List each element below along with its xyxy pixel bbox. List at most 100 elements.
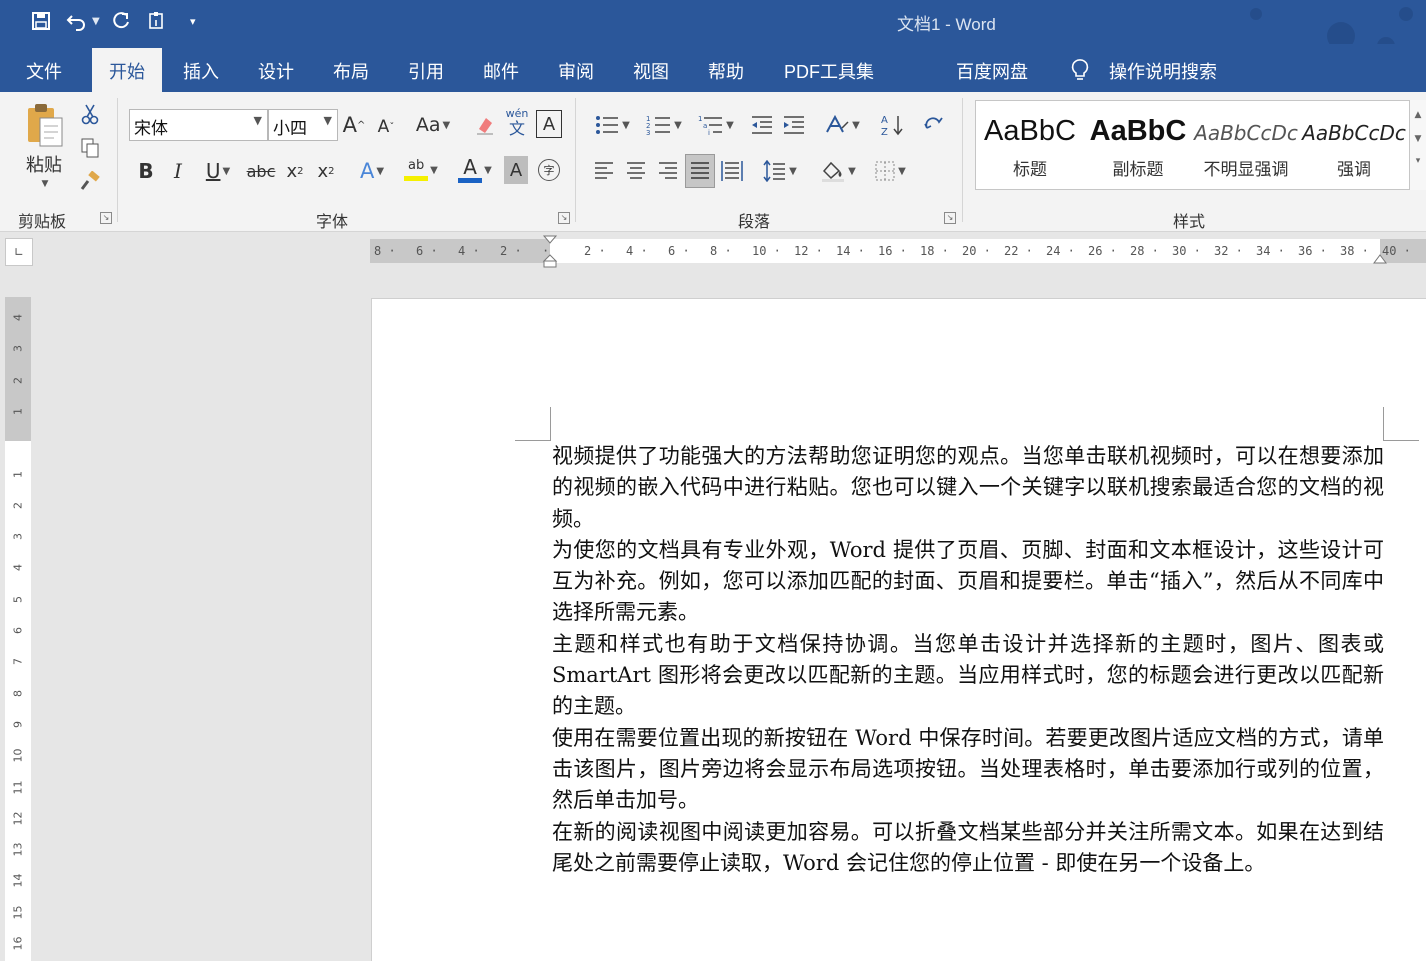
font-name-combo[interactable]: 宋体 ▼ [129,109,268,141]
undo-dropdown-icon[interactable]: ▼ [92,16,100,27]
font-size-combo[interactable]: 小四 ▼ [268,109,338,141]
tab-pdf-tools[interactable]: PDF工具集 [780,54,878,92]
customize-qat-icon[interactable]: ▾ [178,6,208,36]
touch-mode-icon[interactable] [142,6,172,36]
chinese-layout-button[interactable]: ▼ [820,110,864,140]
tab-layout[interactable]: 布局 [327,54,375,92]
decrease-indent-icon[interactable] [748,110,776,140]
style-emphasis[interactable]: AaBbCcDc 强调 [1300,101,1408,189]
font-color-button[interactable]: A ▼ [452,154,498,186]
undo-icon[interactable] [62,6,92,36]
copy-icon[interactable] [78,136,102,160]
multilevel-list-button[interactable]: 1 a i ▼ [692,110,740,140]
font-launcher-icon[interactable]: ↘ [558,212,570,224]
paste-icon[interactable] [20,100,70,152]
highlighter-icon: ab [404,158,429,181]
change-case-button[interactable]: Aa ▼ [410,110,456,140]
line-spacing-button[interactable]: ▼ [758,156,802,186]
separator [117,98,118,222]
enclose-characters-icon[interactable]: 字 [536,156,562,184]
style-title[interactable]: AaBbC 标题 [976,101,1084,189]
paragraph-launcher-icon[interactable]: ↘ [944,212,956,224]
justify-icon[interactable] [685,154,715,188]
document-page[interactable]: 视频提供了功能强大的方法帮助您证明您的观点。当您单击联机视频时，可以在想要添加的… [371,298,1426,961]
sort-icon[interactable]: AZ [878,110,906,140]
ruler-tick-label: 9 [11,720,25,728]
underline-button[interactable]: U ▼ [198,156,238,186]
document-paragraph[interactable]: 在新的阅读视图中阅读更加容易。可以折叠文档某些部分并关注所需文本。如果在达到结尾… [552,817,1384,880]
character-shading-icon[interactable]: A [504,156,528,184]
ruler-tick-label: 1 [11,407,25,415]
ruler-tick-label: 8 · [374,244,396,258]
enclose-label: 字 [538,159,560,181]
increase-indent-icon[interactable] [780,110,808,140]
phonetic-guide-icon[interactable]: wén 文 [504,106,530,140]
shading-button[interactable]: ▼ [816,156,860,186]
right-indent-marker-icon[interactable] [1373,253,1387,265]
shrink-font-icon[interactable]: Aˇ [373,112,399,142]
tab-selector-icon[interactable]: ∟ [5,238,33,266]
document-paragraph[interactable]: 为使您的文档具有专业外观，Word 提供了页眉、页脚、封面和文本框设计，这些设计… [552,535,1384,629]
clipboard-launcher-icon[interactable]: ↘ [100,212,112,224]
distributed-icon[interactable] [718,156,746,186]
ruler-tick-label: 11 [11,780,25,794]
horizontal-ruler[interactable]: 8 · 6 · 4 · 2 · · 2 · 4 · 6 · 8 · 10 · 12 · 14 · 16… [370,235,1426,268]
clear-formatting-icon[interactable] [472,110,498,140]
borders-button[interactable]: ▼ [868,156,912,186]
show-paragraph-marks-icon[interactable] [920,110,948,140]
styles-gallery-scroll[interactable]: ▲ ▼ ▾ [1409,100,1426,190]
format-painter-icon[interactable] [78,170,102,194]
scroll-up-icon[interactable]: ▲ [1410,110,1426,120]
highlight-label: ab [408,158,425,173]
align-left-icon[interactable] [590,156,618,186]
tab-review[interactable]: 审阅 [552,54,600,92]
tell-me-search[interactable]: 操作说明搜索 [1106,54,1220,92]
strikethrough-button[interactable]: abc [246,156,276,186]
ruler-tick-label: 4 · [626,244,648,258]
save-icon[interactable] [26,6,56,36]
tab-view[interactable]: 视图 [627,54,675,92]
ruler-tick-label: 26 · [1088,244,1117,258]
style-subtle-emphasis[interactable]: AaBbCcDc 不明显强调 [1192,101,1300,189]
vertical-ruler[interactable]: 4 3 2 1 1 2 3 4 5 6 7 8 9 10 11 12 13 14 15 16 [5,297,31,961]
document-paragraph[interactable]: 视频提供了功能强大的方法帮助您证明您的观点。当您单击联机视频时，可以在想要添加的… [552,441,1384,535]
lightbulb-icon[interactable] [1068,54,1092,92]
ruler-tick-label: 22 · [1004,244,1033,258]
numbering-button[interactable]: 1 2 3 ▼ [640,110,688,140]
redo-icon[interactable] [106,6,136,36]
tab-insert[interactable]: 插入 [177,54,225,92]
tab-design[interactable]: 设计 [252,54,300,92]
style-subtitle[interactable]: AaBbC 副标题 [1084,101,1192,189]
italic-button[interactable]: I [166,156,190,186]
document-paragraph[interactable]: 主题和样式也有助于文档保持协调。当您单击设计并选择新的主题时，图片、图表或 Sm… [552,629,1384,723]
separator [962,98,963,222]
bold-button[interactable]: B [134,156,158,186]
bullets-button[interactable]: ▼ [588,110,636,140]
tab-references[interactable]: 引用 [402,54,450,92]
align-right-icon[interactable] [654,156,682,186]
scroll-down-icon[interactable]: ▼ [1410,134,1426,144]
highlight-color-button[interactable]: ab ▼ [398,154,444,186]
indent-marker-icon[interactable] [542,235,558,269]
paste-button[interactable]: 粘贴 [22,152,66,176]
tab-file[interactable]: 文件 [20,54,68,92]
styles-group-label: 样式 [1173,212,1206,231]
cut-icon[interactable] [78,102,102,126]
grow-font-icon[interactable]: A ^ [341,110,367,140]
superscript-button[interactable]: x2 [313,156,339,186]
document-paragraph[interactable]: 使用在需要位置出现的新按钮在 Word 中保存时间。若要更改图片适应文档的方式，… [552,723,1384,817]
character-border-icon[interactable]: A [536,110,562,138]
tab-mailings[interactable]: 邮件 [477,54,525,92]
align-center-icon[interactable] [622,156,650,186]
subscript-button[interactable]: x2 [282,156,308,186]
ribbon-tabs: 文件 开始 插入 设计 布局 引用 邮件 审阅 视图 帮助 PDF工具集 百度网… [0,44,1426,92]
tab-help[interactable]: 帮助 [702,54,750,92]
tab-baidu-netdisk[interactable]: 百度网盘 [952,54,1032,92]
text-effects-button[interactable]: A ▼ [352,156,392,186]
tab-home[interactable]: 开始 [92,48,162,92]
document-body[interactable]: 视频提供了功能强大的方法帮助您证明您的观点。当您单击联机视频时，可以在想要添加的… [552,441,1384,879]
more-styles-icon[interactable]: ▾ [1410,156,1426,166]
paste-dropdown-icon[interactable]: ▼ [36,178,54,190]
ruler-tick-label: 14 [11,873,25,888]
style-name: 不明显强调 [1203,160,1289,180]
